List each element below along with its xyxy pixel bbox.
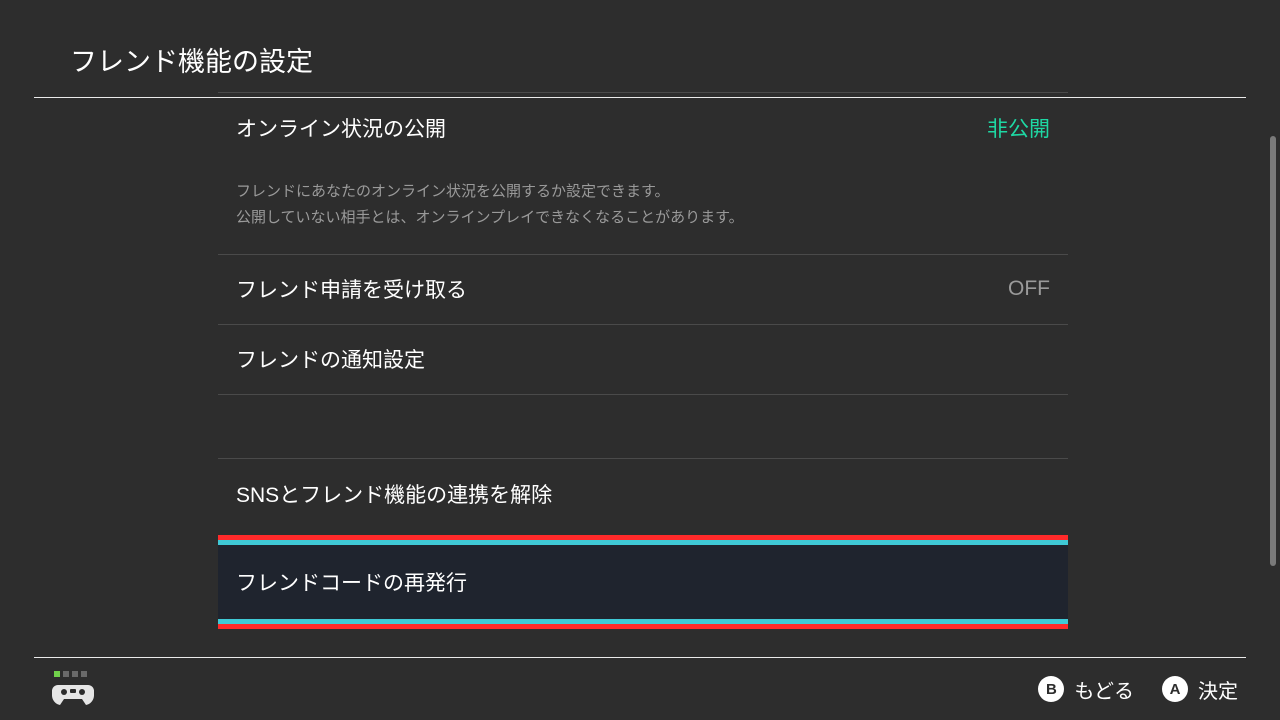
hint-label: もどる [1074, 675, 1134, 704]
player-indicator [54, 671, 87, 677]
section-gap [218, 395, 1068, 459]
desc-line: 公開していない相手とは、オンラインプレイできなくなることがあります。 [236, 205, 1050, 231]
setting-online-status-desc: フレンドにあなたのオンライン状況を公開するか設定できます。 公開していない相手と… [218, 163, 1068, 255]
step-dot [72, 671, 78, 677]
hint-label: 決定 [1198, 675, 1238, 704]
setting-label: フレンドコードの再発行 [236, 567, 1050, 597]
page-header: フレンド機能の設定 [0, 0, 1280, 97]
a-button-icon: A [1162, 676, 1188, 702]
setting-reissue-friend-code[interactable]: フレンドコードの再発行 [218, 540, 1068, 624]
setting-online-status[interactable]: オンライン状況の公開 非公開 [218, 93, 1068, 163]
setting-value: 非公開 [987, 113, 1050, 143]
setting-friend-requests[interactable]: フレンド申請を受け取る OFF [218, 255, 1068, 325]
desc-line: あなたのフレンドコードを変更します。 [236, 645, 1050, 647]
footer-hints: B もどる A 決定 [1038, 675, 1238, 704]
setting-label: SNSとフレンド機能の連携を解除 [236, 479, 552, 509]
setting-label: フレンド申請を受け取る [236, 274, 467, 304]
setting-label: オンライン状況の公開 [236, 113, 446, 143]
step-dot [81, 671, 87, 677]
setting-reissue-desc: あなたのフレンドコードを変更します。 [218, 635, 1068, 647]
step-dot [63, 671, 69, 677]
scrollbar[interactable] [1270, 92, 1276, 652]
footer-left [52, 671, 94, 707]
b-button-icon: B [1038, 676, 1064, 702]
scrollbar-thumb[interactable] [1270, 136, 1276, 566]
footer-bar: B もどる A 決定 [0, 658, 1280, 720]
setting-value: OFF [1008, 277, 1050, 301]
highlight-red-ring: フレンドコードの再発行 [218, 535, 1068, 629]
highlight-annotation: フレンドコードの再発行 [218, 529, 1068, 635]
step-dot [54, 671, 60, 677]
desc-line: フレンドにあなたのオンライン状況を公開するか設定できます。 [236, 179, 1050, 205]
setting-label: フレンドの通知設定 [236, 344, 425, 374]
controller-icon [52, 681, 94, 707]
settings-content: オンライン状況の公開 非公開 フレンドにあなたのオンライン状況を公開するか設定で… [218, 92, 1068, 646]
setting-friend-notifications[interactable]: フレンドの通知設定 [218, 325, 1068, 395]
setting-sns-unlink[interactable]: SNSとフレンド機能の連携を解除 [218, 459, 1068, 529]
page-title: フレンド機能の設定 [70, 40, 1280, 79]
hint-back[interactable]: B もどる [1038, 675, 1134, 704]
hint-ok[interactable]: A 決定 [1162, 675, 1238, 704]
